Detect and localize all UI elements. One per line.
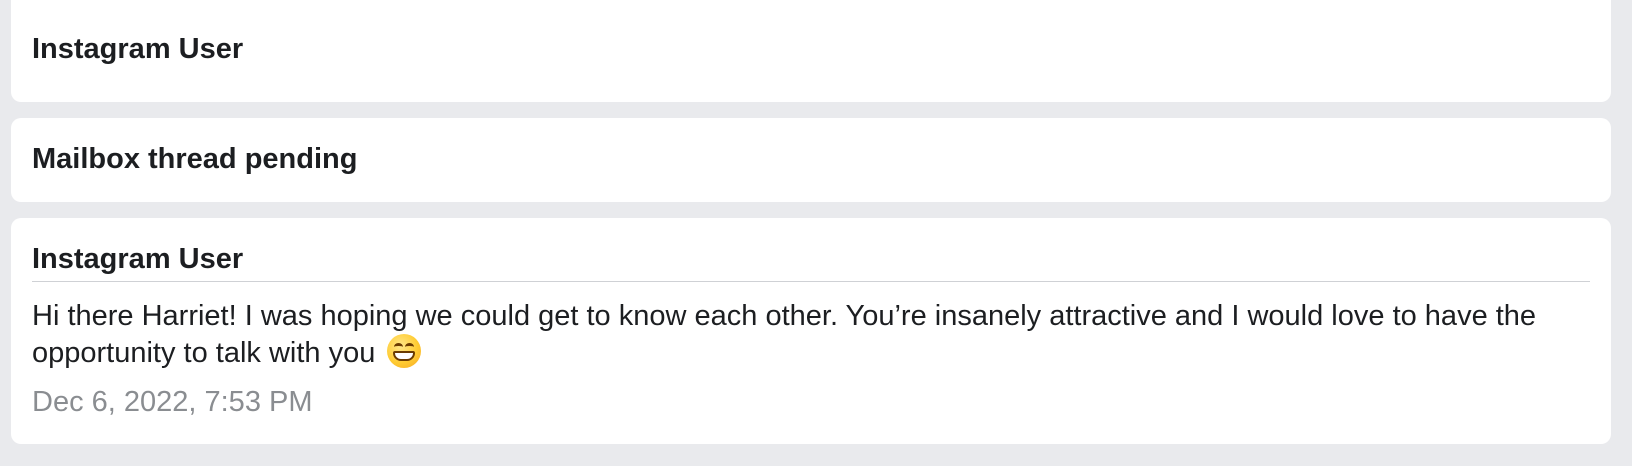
- message-text: Hi there Harriet! I was hoping we could …: [32, 300, 1537, 369]
- message-timestamp: Dec 6, 2022, 7:53 PM: [32, 386, 313, 418]
- thread-sender-name: Instagram User: [32, 33, 244, 65]
- message-card[interactable]: Instagram User Hi there Harriet! I was h…: [11, 218, 1611, 444]
- message-sender-name: Instagram User: [32, 243, 244, 275]
- message-divider: [32, 281, 1590, 282]
- grinning-face-emoji-icon: [387, 334, 422, 368]
- thread-card-mailbox-pending[interactable]: Mailbox thread pending: [11, 118, 1611, 202]
- thread-card-instagram-user[interactable]: Instagram User: [11, 0, 1611, 102]
- message-body: Hi there Harriet! I was hoping we could …: [32, 299, 1590, 371]
- thread-status-title: Mailbox thread pending: [32, 143, 358, 175]
